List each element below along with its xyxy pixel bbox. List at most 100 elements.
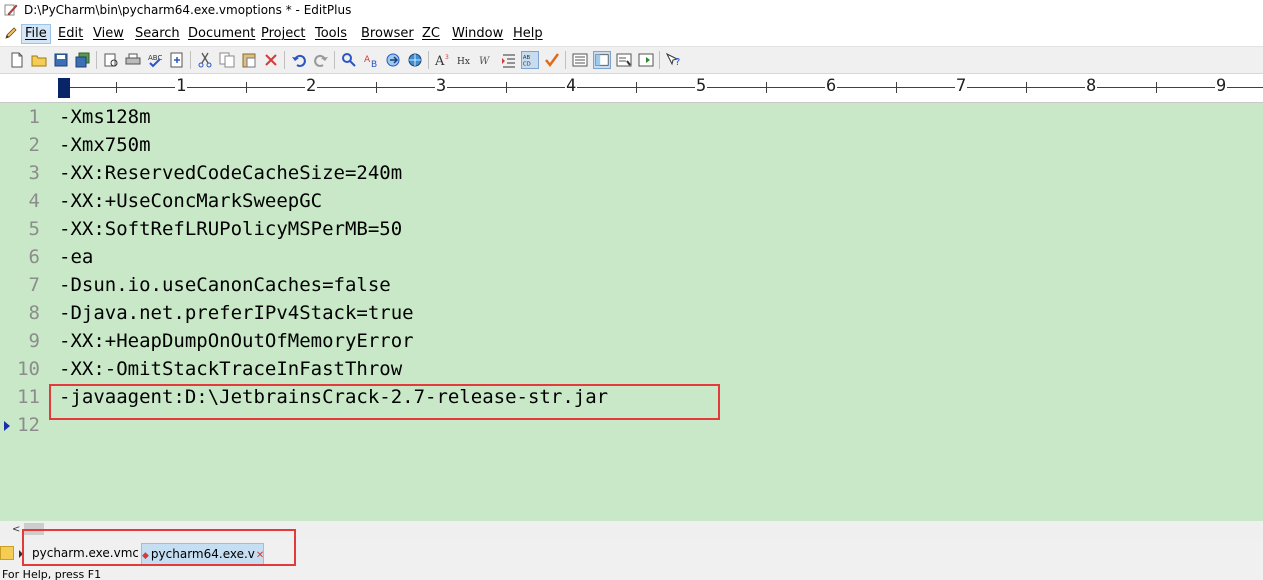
toolbar: ABC AB A3 Hx W AB CD ? xyxy=(0,47,1263,74)
spellcheck-icon[interactable]: ABC xyxy=(146,51,164,69)
line-number: 3 xyxy=(28,162,40,184)
line-number: 9 xyxy=(28,330,40,352)
menu-window[interactable]: Window xyxy=(452,26,503,41)
line-number: 1 xyxy=(28,106,40,128)
undo-icon[interactable] xyxy=(290,51,308,69)
replace-icon[interactable]: AB xyxy=(362,51,380,69)
svg-text:A: A xyxy=(434,54,445,69)
ruler-tick xyxy=(896,82,897,93)
ruler-number: 8 xyxy=(1085,76,1098,96)
code-line[interactable]: -XX:+HeapDumpOnOutOfMemoryError xyxy=(59,330,414,352)
highlight-box-javaagent-line xyxy=(49,384,720,420)
svg-text:ABC: ABC xyxy=(148,54,162,62)
ruler-number: 5 xyxy=(695,76,708,96)
text-editor[interactable]: 1 -Xms128m 2 -Xmx750m 3 -XX:ReservedCode… xyxy=(0,103,1263,521)
toolbar-separator xyxy=(659,51,660,69)
cut-icon[interactable] xyxy=(196,51,214,69)
window-title: D:\PyCharm\bin\pycharm64.exe.vmoptions *… xyxy=(24,3,352,17)
ruler-number: 6 xyxy=(825,76,838,96)
toolbar-separator xyxy=(428,51,429,69)
scroll-left-icon[interactable]: < xyxy=(12,524,20,535)
editplus-app-icon[interactable] xyxy=(4,3,18,17)
svg-text:Hx: Hx xyxy=(457,57,470,67)
line-number: 7 xyxy=(28,274,40,296)
redo-icon[interactable] xyxy=(312,51,330,69)
view-3-icon[interactable] xyxy=(615,51,633,69)
ruler-tick xyxy=(1026,82,1027,93)
view-4-icon[interactable] xyxy=(637,51,655,69)
folder-icon[interactable] xyxy=(0,546,14,560)
code-line[interactable]: -Dsun.io.useCanonCaches=false xyxy=(59,274,391,296)
save-all-icon[interactable] xyxy=(74,51,92,69)
code-line[interactable]: -XX:SoftRefLRUPolicyMSPerMB=50 xyxy=(59,218,402,240)
hex-icon[interactable]: Hx xyxy=(456,51,474,69)
svg-text:3: 3 xyxy=(445,54,449,61)
find-in-files-icon[interactable] xyxy=(168,51,186,69)
print-preview-icon[interactable] xyxy=(102,51,120,69)
status-text: For Help, press F1 xyxy=(2,568,102,580)
highlight-box-tabs xyxy=(22,529,296,566)
toolbar-separator xyxy=(190,51,191,69)
code-line[interactable]: -Xms128m xyxy=(59,106,151,128)
menu-document[interactable]: Document xyxy=(188,26,255,41)
code-line[interactable]: -XX:-OmitStackTraceInFastThrow xyxy=(59,358,402,380)
code-line[interactable]: -XX:+UseConcMarkSweepGC xyxy=(59,190,322,212)
ruler-tick xyxy=(376,82,377,93)
menu-project[interactable]: Project xyxy=(261,26,305,41)
code-line[interactable]: -Djava.net.preferIPv4Stack=true xyxy=(59,302,414,324)
toolbar-separator xyxy=(284,51,285,69)
line-number: 5 xyxy=(28,218,40,240)
ruler-number: 4 xyxy=(565,76,578,96)
find-icon[interactable] xyxy=(340,51,358,69)
svg-text:A: A xyxy=(364,55,371,65)
svg-text:CD: CD xyxy=(523,61,531,67)
goto-icon[interactable] xyxy=(384,51,402,69)
menu-search[interactable]: Search xyxy=(135,26,180,41)
code-line[interactable]: -Xmx750m xyxy=(59,134,151,156)
paste-icon[interactable] xyxy=(240,51,258,69)
font-icon[interactable]: A3 xyxy=(434,51,452,69)
svg-text:W: W xyxy=(479,56,490,67)
copy-icon[interactable] xyxy=(218,51,236,69)
ruler-tick xyxy=(116,82,117,93)
print-icon[interactable] xyxy=(124,51,142,69)
ruler-number: 9 xyxy=(1215,76,1228,96)
code-line[interactable]: -XX:ReservedCodeCacheSize=240m xyxy=(59,162,402,184)
menu-browser[interactable]: Browser xyxy=(361,26,414,41)
save-icon[interactable] xyxy=(52,51,70,69)
toolbar-separator xyxy=(96,51,97,69)
help-icon[interactable]: ? xyxy=(665,51,683,69)
view-1-icon[interactable] xyxy=(571,51,589,69)
menu-view[interactable]: View xyxy=(93,26,124,41)
document-tabs-bar: pycharm.exe.vmc✕ ◆pycharm64.exe.v✕ xyxy=(0,529,1263,566)
toolbar-separator xyxy=(565,51,566,69)
svg-text:AB: AB xyxy=(523,55,531,61)
delete-icon[interactable] xyxy=(262,51,280,69)
indent-icon[interactable] xyxy=(500,51,518,69)
ruler-tick xyxy=(506,82,507,93)
svg-text:B: B xyxy=(371,60,377,69)
line-number: 8 xyxy=(28,302,40,324)
toolbar-separator xyxy=(334,51,335,69)
menu-edit[interactable]: Edit xyxy=(58,26,83,41)
ruler-tick xyxy=(636,82,637,93)
menu-file[interactable]: File xyxy=(21,24,51,44)
code-line[interactable]: -ea xyxy=(59,246,93,268)
browser-icon[interactable] xyxy=(406,51,424,69)
ruler-number: 2 xyxy=(305,76,318,96)
menu-zc[interactable]: ZC xyxy=(422,26,440,41)
word-wrap-icon[interactable]: W xyxy=(478,51,496,69)
line-number: 6 xyxy=(28,246,40,268)
ruler-cursor-marker xyxy=(58,78,70,98)
menu-tools[interactable]: Tools xyxy=(315,26,347,41)
menu-bar: File Edit View Search Document Project T… xyxy=(0,22,1263,47)
line-number: 11 xyxy=(17,386,40,408)
check-icon[interactable] xyxy=(543,51,561,69)
menu-help[interactable]: Help xyxy=(513,26,543,41)
line-number: 10 xyxy=(17,358,40,380)
new-file-icon[interactable] xyxy=(8,51,26,69)
open-folder-icon[interactable] xyxy=(30,51,48,69)
ruler-tick xyxy=(246,82,247,93)
view-2-icon[interactable] xyxy=(593,51,611,69)
column-select-icon[interactable]: ABCD xyxy=(521,51,539,69)
